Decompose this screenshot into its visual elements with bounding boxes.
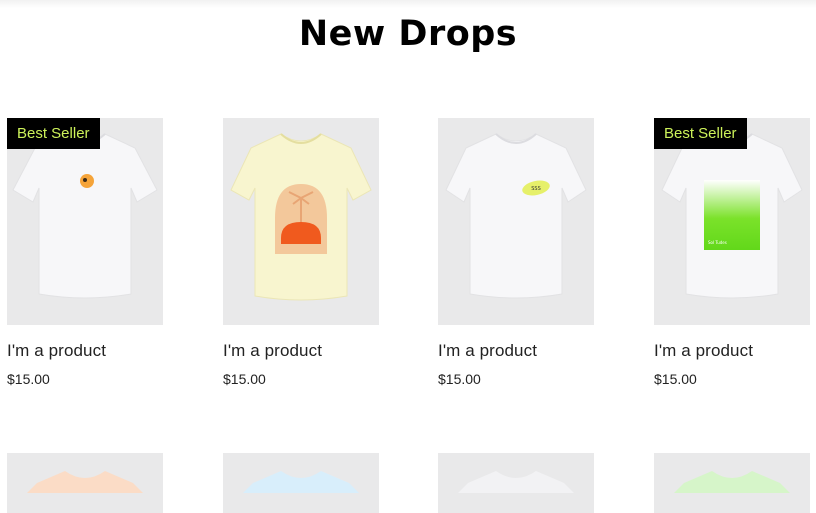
product-image[interactable] (7, 453, 163, 513)
product-image[interactable]: SSS (438, 118, 594, 325)
product-price: $15.00 (654, 371, 697, 387)
product-image[interactable] (223, 453, 379, 513)
product-image[interactable]: Sol Tudes Best Seller (654, 118, 810, 325)
header-shadow (0, 0, 816, 8)
tshirt-image (27, 471, 143, 493)
product-price: $15.00 (7, 371, 50, 387)
svg-text:Sol Tudes: Sol Tudes (708, 240, 727, 245)
product-card[interactable] (7, 453, 163, 513)
product-name[interactable]: I'm a product (7, 341, 163, 361)
product-name[interactable]: I'm a product (438, 341, 594, 361)
tshirt-image: Sol Tudes (661, 133, 803, 299)
product-name[interactable]: I'm a product (654, 341, 810, 361)
product-price: $15.00 (438, 371, 481, 387)
best-seller-badge: Best Seller (654, 118, 747, 149)
svg-text:SSS: SSS (531, 186, 541, 192)
tshirt-image (458, 471, 574, 493)
tshirt-image (230, 133, 372, 301)
product-name[interactable]: I'm a product (223, 341, 379, 361)
tshirt-image (674, 471, 790, 493)
product-price: $15.00 (223, 371, 266, 387)
product-image[interactable] (438, 453, 594, 513)
product-image[interactable] (654, 453, 810, 513)
section-title: New Drops (298, 14, 518, 54)
peach-emoji-print (80, 174, 94, 188)
product-card[interactable]: SSS I'm a product $15.00 (438, 118, 594, 387)
product-card[interactable]: Sol Tudes Best Seller I'm a product $15.… (654, 118, 810, 387)
product-card[interactable]: I'm a product $15.00 (223, 118, 379, 387)
product-card[interactable] (223, 453, 379, 513)
tshirt-image (243, 471, 359, 493)
tshirt-image: SSS (445, 133, 587, 299)
product-card[interactable] (654, 453, 810, 513)
product-image[interactable] (223, 118, 379, 325)
product-image[interactable]: Best Seller (7, 118, 163, 325)
best-seller-badge: Best Seller (7, 118, 100, 149)
tshirt-image (12, 133, 158, 299)
product-card[interactable]: Best Seller I'm a product $15.00 (7, 118, 163, 387)
product-card[interactable] (438, 453, 594, 513)
